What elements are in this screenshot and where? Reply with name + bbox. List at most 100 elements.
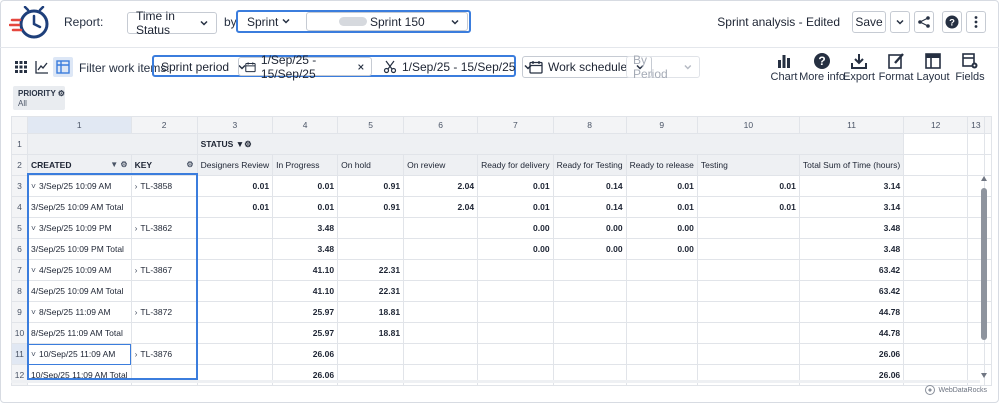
value-cell[interactable] <box>552 280 627 302</box>
column-number[interactable]: 1 <box>27 116 132 134</box>
value-cell[interactable] <box>337 217 405 239</box>
created-cell[interactable]: ˅ 10/Sep/25 11:09 AM <box>27 343 132 365</box>
value-cell[interactable]: 22.31 <box>337 259 405 281</box>
priority-filter-chip[interactable]: PRIORITY ⚙ All <box>13 86 65 110</box>
value-cell[interactable] <box>403 322 479 344</box>
filter-icon[interactable]: ▼ <box>236 139 244 149</box>
created-cell[interactable]: 4/Sep/25 10:09 AM Total <box>27 280 132 302</box>
value-cell[interactable]: 3.48 <box>798 217 905 239</box>
value-cell[interactable] <box>625 280 698 302</box>
value-cell[interactable] <box>337 343 405 365</box>
save-button[interactable]: Save <box>852 11 886 33</box>
key-cell[interactable] <box>130 238 198 260</box>
value-cell[interactable] <box>696 217 800 239</box>
value-cell[interactable]: 63.42 <box>798 280 905 302</box>
key-cell[interactable]: › TL-3862 <box>130 217 198 239</box>
value-cell[interactable]: 44.78 <box>798 301 905 323</box>
value-cell[interactable] <box>477 322 554 344</box>
layout-tool[interactable]: Layout <box>916 52 950 84</box>
value-cell[interactable]: 41.10 <box>272 280 339 302</box>
save-options-button[interactable] <box>890 11 910 33</box>
value-cell[interactable]: 0.00 <box>625 217 698 239</box>
value-cell[interactable] <box>403 217 479 239</box>
value-cell[interactable]: 18.81 <box>337 322 405 344</box>
pivot-view-button[interactable] <box>53 57 73 77</box>
value-cell[interactable]: 3.48 <box>272 238 339 260</box>
value-cell[interactable] <box>696 238 800 260</box>
format-tool[interactable]: Format <box>879 52 913 84</box>
key-cell[interactable] <box>130 196 198 218</box>
key-cell[interactable] <box>130 280 198 302</box>
fields-tool[interactable]: Fields <box>953 52 987 84</box>
value-cell[interactable] <box>337 238 405 260</box>
gear-icon[interactable]: ⚙ <box>120 160 127 169</box>
status-column-header[interactable]: Total Sum of Time (hours) <box>798 154 905 176</box>
chevron-right-icon[interactable]: › <box>135 349 138 359</box>
key-cell[interactable]: › TL-3876 <box>130 343 198 365</box>
key-header-cell[interactable]: KEY ⚙ <box>130 154 198 176</box>
value-cell[interactable]: 0.01 <box>196 175 274 197</box>
column-number[interactable]: 4 <box>272 116 339 134</box>
status-column-header[interactable]: Designers Review <box>196 154 274 176</box>
created-header-cell[interactable]: CREATED ▼ ⚙ <box>27 154 132 176</box>
column-number[interactable]: 8 <box>552 116 627 134</box>
key-cell[interactable]: › TL-3867 <box>130 259 198 281</box>
value-cell[interactable]: 0.01 <box>272 175 339 197</box>
value-cell[interactable] <box>552 343 627 365</box>
value-cell[interactable]: 63.42 <box>798 259 905 281</box>
created-cell[interactable]: 8/Sep/25 11:09 AM Total <box>27 322 132 344</box>
created-cell[interactable]: ˅ 8/Sep/25 11:09 AM <box>27 301 132 323</box>
value-cell[interactable] <box>403 238 479 260</box>
gear-icon[interactable]: ⚙ <box>244 139 252 149</box>
value-cell[interactable] <box>403 301 479 323</box>
value-cell[interactable]: 25.97 <box>272 301 339 323</box>
value-cell[interactable]: 3.14 <box>798 175 905 197</box>
filter-icon[interactable]: ▼ <box>110 160 118 169</box>
value-cell[interactable]: 22.31 <box>337 280 405 302</box>
sprint-select[interactable]: Sprint 150 <box>306 12 468 31</box>
column-number[interactable]: 6 <box>403 116 479 134</box>
value-cell[interactable] <box>552 322 627 344</box>
status-column-header[interactable]: Ready for delivery <box>477 154 554 176</box>
value-cell[interactable]: 41.10 <box>272 259 339 281</box>
column-number[interactable]: 11 <box>798 116 905 134</box>
gear-icon[interactable]: ⚙ <box>58 89 65 98</box>
value-cell[interactable]: 0.00 <box>477 238 554 260</box>
more-info-tool[interactable]: ? More info <box>799 52 845 84</box>
scroll-up-icon[interactable] <box>981 176 987 181</box>
value-cell[interactable] <box>403 259 479 281</box>
chevron-down-icon[interactable]: ˅ <box>31 349 36 359</box>
value-cell[interactable] <box>196 322 274 344</box>
value-cell[interactable] <box>196 343 274 365</box>
created-cell[interactable]: 3/Sep/25 10:09 PM Total <box>27 238 132 260</box>
value-cell[interactable]: 3.48 <box>798 238 905 260</box>
created-cell[interactable]: ˅ 3/Sep/25 10:09 AM <box>27 175 132 197</box>
column-number[interactable]: 13 <box>967 116 985 134</box>
value-cell[interactable] <box>625 301 698 323</box>
value-cell[interactable] <box>696 259 800 281</box>
share-button[interactable] <box>914 11 934 33</box>
chevron-right-icon[interactable]: › <box>135 181 138 191</box>
value-cell[interactable] <box>696 280 800 302</box>
column-number[interactable]: 2 <box>130 116 198 134</box>
value-cell[interactable]: 0.01 <box>696 196 800 218</box>
chevron-down-icon[interactable]: ˅ <box>31 181 36 191</box>
value-cell[interactable]: 0.01 <box>625 175 698 197</box>
value-cell[interactable]: 44.78 <box>798 322 905 344</box>
scrollbar-thumb[interactable] <box>981 188 987 340</box>
column-number[interactable]: 10 <box>696 116 800 134</box>
chevron-down-icon[interactable]: ˅ <box>31 223 36 233</box>
value-cell[interactable]: 0.14 <box>552 175 627 197</box>
value-cell[interactable]: 26.06 <box>798 343 905 365</box>
value-cell[interactable] <box>403 343 479 365</box>
status-header-cell[interactable]: STATUS ▼⚙ <box>196 133 905 155</box>
value-cell[interactable]: 2.04 <box>403 175 479 197</box>
created-cell[interactable]: ˅ 3/Sep/25 10:09 PM <box>27 217 132 239</box>
value-cell[interactable] <box>696 301 800 323</box>
value-cell[interactable] <box>696 343 800 365</box>
column-number[interactable]: 7 <box>477 116 554 134</box>
report-select[interactable]: Time in Status <box>127 9 217 37</box>
key-cell[interactable]: › TL-3858 <box>130 175 198 197</box>
column-number[interactable]: 9 <box>625 116 698 134</box>
by-period-select[interactable]: By Period <box>626 53 700 81</box>
